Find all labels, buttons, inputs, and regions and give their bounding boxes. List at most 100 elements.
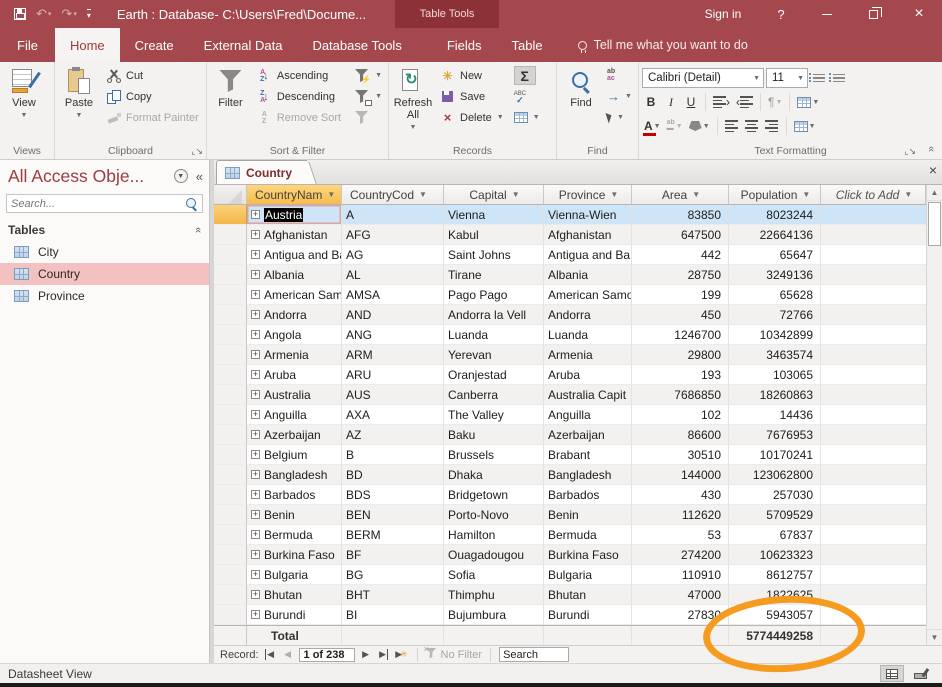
select-all-cell[interactable] <box>214 185 247 205</box>
cell[interactable]: American Samo <box>544 285 632 305</box>
advanced-filter-button[interactable]: ▼ <box>350 86 385 107</box>
cell[interactable]: 10342899 <box>729 325 821 345</box>
cell[interactable]: Bridgetown <box>444 485 544 505</box>
cell[interactable]: 1822625 <box>729 585 821 605</box>
cell[interactable]: The Valley <box>444 405 544 425</box>
expand-subdatasheet-icon[interactable]: + <box>251 510 260 519</box>
tab-table[interactable]: Table <box>497 28 558 62</box>
cell[interactable]: 102 <box>632 405 729 425</box>
expand-subdatasheet-icon[interactable]: + <box>251 590 260 599</box>
cell[interactable]: 30510 <box>632 445 729 465</box>
nav-search-box[interactable] <box>6 194 203 213</box>
redo-icon[interactable]: ↷▾ <box>61 6 76 22</box>
last-record-button[interactable]: ▶ <box>377 648 391 662</box>
cell[interactable]: +Aruba <box>247 365 342 385</box>
record-selector[interactable] <box>214 405 247 425</box>
cell[interactable]: 1246700 <box>632 325 729 345</box>
save-record-button[interactable]: Save <box>436 86 507 107</box>
column-dropdown-icon[interactable]: ▼ <box>802 190 810 199</box>
cell-add[interactable] <box>821 325 926 345</box>
cell[interactable]: Oranjestad <box>444 365 544 385</box>
cell[interactable]: 67837 <box>729 525 821 545</box>
cell-add[interactable] <box>821 365 926 385</box>
column-header-click-to-add[interactable]: Click to Add▼ <box>821 185 926 205</box>
cell[interactable]: +American Samo <box>247 285 342 305</box>
font-color-button[interactable]: A▼ <box>642 116 663 136</box>
format-painter-button[interactable]: Format Painter <box>102 107 202 128</box>
nav-item-province[interactable]: Province <box>0 285 209 307</box>
new-record-nav-button[interactable]: ▶✳ <box>395 648 409 662</box>
cell-add[interactable] <box>821 465 926 485</box>
cell[interactable]: Anguilla <box>544 405 632 425</box>
cell-add[interactable] <box>821 245 926 265</box>
expand-subdatasheet-icon[interactable]: + <box>251 390 260 399</box>
cell[interactable]: Tirane <box>444 265 544 285</box>
expand-subdatasheet-icon[interactable]: + <box>251 430 260 439</box>
totals-button[interactable]: Σ <box>511 65 543 86</box>
tab-external-data[interactable]: External Data <box>189 28 298 62</box>
cell[interactable]: +Albania <box>247 265 342 285</box>
cell[interactable]: 47000 <box>632 585 729 605</box>
scroll-down-icon[interactable]: ▼ <box>927 629 942 645</box>
cell[interactable]: BERM <box>342 525 444 545</box>
cell-add[interactable] <box>821 265 926 285</box>
cell[interactable]: Pago Pago <box>444 285 544 305</box>
record-selector[interactable] <box>214 545 247 565</box>
cell[interactable]: +Bhutan <box>247 585 342 605</box>
column-header-area[interactable]: Area▼ <box>632 185 729 205</box>
cell[interactable]: +Australia <box>247 385 342 405</box>
cell[interactable]: Andorra la Vell <box>444 305 544 325</box>
cell-add[interactable] <box>821 525 926 545</box>
cell[interactable]: 8023244 <box>729 205 821 225</box>
expand-subdatasheet-icon[interactable]: + <box>251 610 260 619</box>
previous-record-button[interactable]: ◀ <box>281 648 295 662</box>
no-filter-button[interactable]: No Filter <box>426 648 483 662</box>
cell-add[interactable] <box>821 505 926 525</box>
decrease-indent-button[interactable]: ‹ <box>734 92 755 112</box>
cell-add[interactable] <box>821 445 926 465</box>
tab-create[interactable]: Create <box>120 28 189 62</box>
cell[interactable]: Andorra <box>544 305 632 325</box>
cell[interactable]: BHT <box>342 585 444 605</box>
expand-subdatasheet-icon[interactable]: + <box>251 530 260 539</box>
cell[interactable]: Bermuda <box>544 525 632 545</box>
cell[interactable]: +Bangladesh <box>247 465 342 485</box>
cell[interactable]: 14436 <box>729 405 821 425</box>
italic-button[interactable]: I <box>662 92 680 112</box>
column-header-population[interactable]: Population▼ <box>729 185 821 205</box>
cell[interactable]: BI <box>342 605 444 625</box>
expand-subdatasheet-icon[interactable]: + <box>251 230 260 239</box>
cell[interactable]: 274200 <box>632 545 729 565</box>
cell[interactable]: AXA <box>342 405 444 425</box>
selection-filter-button[interactable]: ⚡ ▼ <box>350 65 385 86</box>
column-header-capital[interactable]: Capital▼ <box>444 185 544 205</box>
sign-in-button[interactable]: Sign in <box>688 0 758 28</box>
cell[interactable]: +Bermuda <box>247 525 342 545</box>
numbered-list-button[interactable] <box>830 68 848 88</box>
cell-add[interactable] <box>821 385 926 405</box>
record-selector[interactable] <box>214 445 247 465</box>
tell-me-box[interactable]: Tell me what you want to do <box>578 28 748 62</box>
record-selector[interactable] <box>214 205 247 225</box>
cell[interactable]: +Anguilla <box>247 405 342 425</box>
expand-subdatasheet-icon[interactable]: + <box>251 270 260 279</box>
cell[interactable]: +Burkina Faso <box>247 545 342 565</box>
cell[interactable]: 22664136 <box>729 225 821 245</box>
remove-sort-button[interactable]: AZ Remove Sort <box>253 107 344 128</box>
expand-subdatasheet-icon[interactable]: + <box>251 550 260 559</box>
cell[interactable]: Dhaka <box>444 465 544 485</box>
close-document-icon[interactable]: × <box>929 163 937 177</box>
save-icon[interactable] <box>14 8 26 20</box>
record-selector[interactable] <box>214 365 247 385</box>
cell[interactable]: Baku <box>444 425 544 445</box>
datasheet-view-button[interactable] <box>880 665 904 682</box>
cell[interactable]: Kabul <box>444 225 544 245</box>
cell[interactable]: Aruba <box>544 365 632 385</box>
tab-fields[interactable]: Fields <box>432 28 497 62</box>
ascending-button[interactable]: AZ↓ Ascending <box>253 65 344 86</box>
tab-home[interactable]: Home <box>55 28 120 62</box>
cell[interactable]: 144000 <box>632 465 729 485</box>
cell[interactable]: Luanda <box>544 325 632 345</box>
cell-add[interactable] <box>821 205 926 225</box>
spelling-button[interactable]: ABC✓ <box>511 86 543 107</box>
